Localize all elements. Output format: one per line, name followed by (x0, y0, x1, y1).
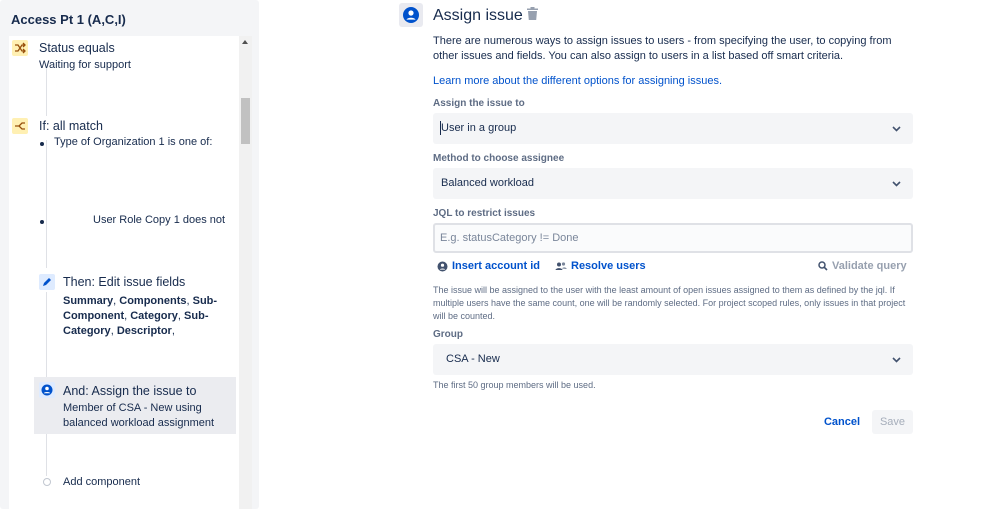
field-separator: , (171, 325, 175, 337)
assign-line-1: Member of CSA - New using (63, 402, 202, 414)
save-button[interactable]: Save (872, 410, 913, 434)
jql-help-text: The issue will be assigned to the user w… (433, 285, 906, 321)
rule-list-scrollbar[interactable] (239, 36, 252, 509)
user-icon (437, 261, 448, 271)
assign-select[interactable]: User in a group (433, 113, 913, 144)
edit-field-list: Summary, Components, Sub-Component, Cate… (63, 294, 221, 339)
method-select[interactable]: Balanced workload (433, 168, 913, 199)
scrollbar-thumb[interactable] (241, 98, 250, 144)
branch-if-all-match[interactable]: If: all match Type of Organization 1 is … (9, 114, 237, 234)
field-name: Descriptor (116, 325, 172, 337)
add-component-link[interactable]: Add component (63, 476, 140, 488)
assign-title: And: Assign the issue to (63, 384, 197, 398)
chevron-down-icon (892, 126, 901, 132)
learn-more-link[interactable]: Learn more about the different options f… (433, 75, 722, 87)
field-name: Components (119, 295, 187, 307)
rule-panel: Access Pt 1 (A,C,I) Status equals Waitin… (0, 0, 259, 509)
condition-subtitle: Waiting for support (39, 59, 131, 71)
resolve-users-label: Resolve users (571, 260, 646, 272)
condition-status-equals[interactable]: Status equals Waiting for support (9, 36, 237, 76)
branch-condition-2: User Role Copy 1 does not (93, 214, 226, 226)
search-icon (818, 261, 828, 271)
chevron-down-icon (892, 181, 901, 187)
rule-component-list: Status equals Waiting for support If: al… (9, 36, 239, 509)
chevron-down-icon (892, 357, 901, 363)
insert-account-label: Insert account id (452, 260, 541, 272)
trash-icon[interactable] (527, 7, 538, 25)
group-help-text: The first 50 group members will be used. (433, 380, 596, 390)
branch-icon (12, 118, 28, 134)
group-label: Group (433, 329, 463, 340)
scroll-up-arrow-icon[interactable] (242, 40, 248, 44)
assign-select-value: User in a group (441, 122, 517, 134)
group-select[interactable]: CSA - New (433, 344, 913, 375)
method-select-value: Balanced workload (441, 177, 534, 189)
edit-title: Then: Edit issue fields (63, 275, 186, 289)
insert-account-id-button[interactable]: Insert account id (437, 260, 540, 272)
config-title: Assign issue (433, 7, 523, 24)
assign-label: Assign the issue to (433, 98, 525, 109)
field-name: Category (130, 310, 178, 322)
condition-title: Status equals (39, 41, 115, 55)
rule-title: Access Pt 1 (A,C,I) (11, 12, 126, 27)
validate-query-button[interactable]: Validate query (818, 260, 907, 272)
jql-input[interactable] (433, 223, 913, 253)
method-label: Method to choose assignee (433, 153, 565, 164)
resolve-users-button[interactable]: Resolve users (555, 260, 646, 272)
branch-title: If: all match (39, 119, 103, 133)
bullet-dot (40, 142, 44, 146)
jql-label: JQL to restrict issues (433, 208, 536, 219)
group-select-value: CSA - New (446, 353, 500, 365)
assign-user-icon (399, 3, 423, 27)
users-icon (555, 261, 567, 270)
branch-condition-1: Type of Organization 1 is one of: (54, 136, 213, 148)
action-assign-issue[interactable]: And: Assign the issue to Member of CSA -… (34, 377, 236, 434)
bullet-dot (40, 220, 44, 224)
shuffle-icon (12, 40, 28, 56)
assign-line-2: balanced workload assignment (63, 417, 215, 429)
add-component-circle-icon (43, 478, 51, 486)
field-name: Summary (63, 295, 114, 307)
cancel-button[interactable]: Cancel (818, 410, 866, 434)
validate-query-label: Validate query (832, 260, 907, 272)
pencil-icon (39, 274, 55, 290)
assign-user-icon (39, 382, 55, 398)
config-description: There are numerous ways to assign issues… (433, 35, 892, 62)
